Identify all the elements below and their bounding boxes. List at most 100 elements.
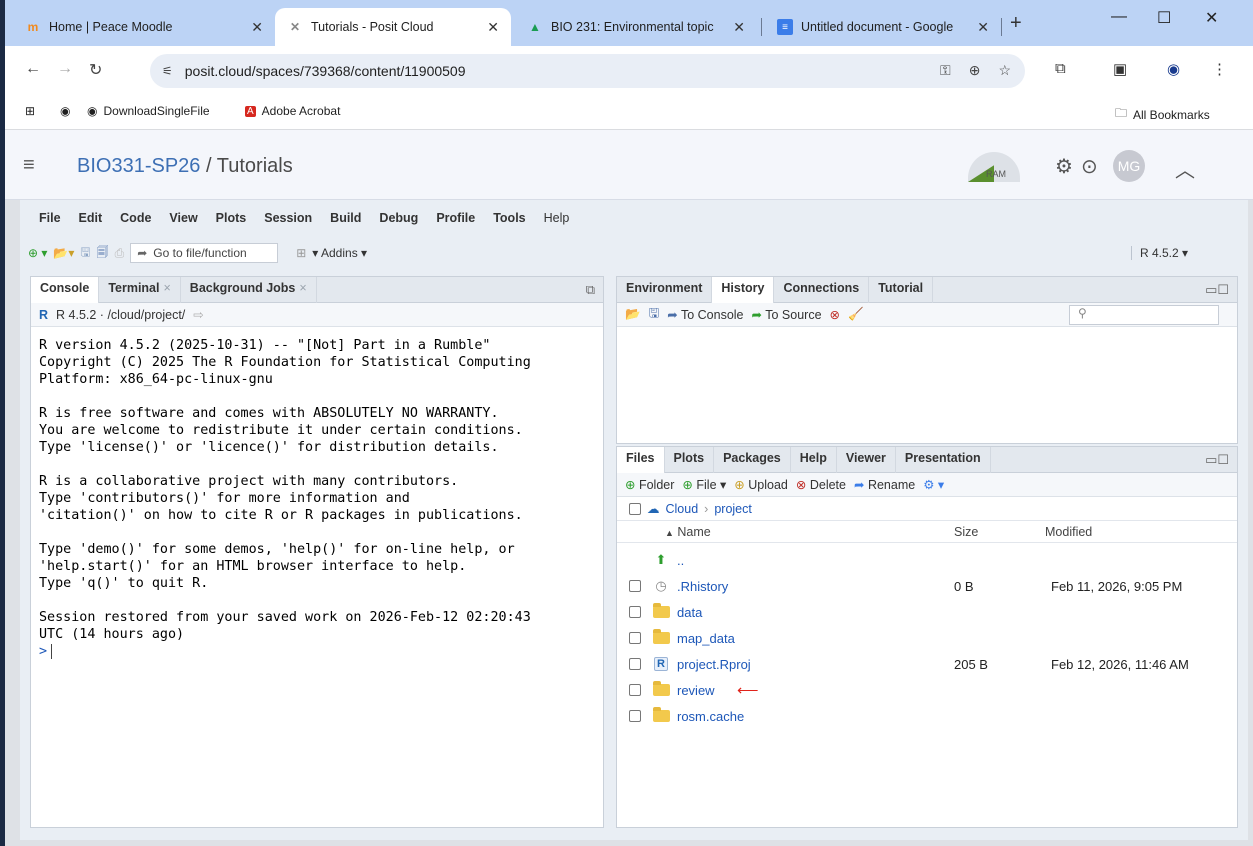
ram-gauge[interactable]: RAM (968, 152, 1020, 182)
maximize-button[interactable]: ☐ (1157, 8, 1171, 28)
minimize-maximize-icon[interactable]: ▭☐ (1205, 282, 1229, 298)
chevron-up-icon[interactable]: ︿ (1175, 154, 1195, 183)
new-tab-button[interactable]: + (1010, 12, 1022, 35)
table-row[interactable]: rosm.cache (617, 703, 1237, 729)
rename-button[interactable]: ➦ Rename (854, 477, 915, 492)
new-file-button[interactable]: ⊕ File ▾ (682, 477, 726, 492)
close-icon[interactable]: × (163, 281, 170, 295)
r-version-selector[interactable]: R 4.5.2 ▾ (1130, 246, 1188, 260)
menu-debug[interactable]: Debug (370, 208, 427, 230)
close-tab-icon[interactable]: ✕ (977, 19, 989, 36)
tab-background-jobs[interactable]: Background Jobs × (181, 277, 317, 303)
tab-plots[interactable]: Plots (665, 447, 715, 473)
table-row[interactable]: review ⟵ (617, 677, 1237, 703)
save-history-icon[interactable]: 🖫 (649, 304, 660, 325)
settings-gear-icon[interactable]: ⚙ (1055, 154, 1073, 179)
menu-profile[interactable]: Profile (427, 208, 484, 230)
open-file-icon[interactable]: 📂▾ (53, 246, 74, 260)
menu-help[interactable]: Help (535, 208, 579, 230)
minimize-button[interactable]: — (1111, 8, 1127, 26)
row-checkbox[interactable] (629, 710, 641, 722)
profile-icon[interactable]: ◉ (1167, 60, 1180, 78)
sort-name-column[interactable]: ▲ Name (665, 525, 711, 539)
space-link[interactable]: BIO331-SP26 (77, 155, 200, 177)
address-bar[interactable]: ⚟ posit.cloud/spaces/739368/content/1190… (150, 54, 1025, 88)
tab-google-drive[interactable]: ▲ BIO 231: Environmental topic ✕ (515, 8, 757, 46)
reload-icon[interactable]: ↻ (89, 60, 102, 80)
parent-directory-row[interactable]: ⬆ .. (617, 547, 1237, 573)
remove-entry-icon[interactable]: ⊗ (830, 307, 840, 322)
sort-size-column[interactable]: Size (954, 525, 978, 539)
close-icon[interactable]: × (299, 281, 306, 295)
forward-icon[interactable]: → (57, 60, 73, 78)
to-console-button[interactable]: ➦ To Console (667, 307, 743, 322)
all-bookmarks[interactable]: 🗀 All Bookmarks (1115, 104, 1210, 125)
table-row[interactable]: map_data (617, 625, 1237, 651)
clear-broom-icon[interactable]: 🧹 (848, 307, 864, 322)
table-row[interactable]: R project.Rproj 205 B Feb 12, 2026, 11:4… (617, 651, 1237, 677)
grid-layout-icon[interactable]: ⊞ (296, 246, 306, 260)
row-checkbox[interactable] (629, 684, 641, 696)
history-search-input[interactable]: ⚲ (1069, 305, 1219, 325)
menu-plots[interactable]: Plots (207, 208, 256, 230)
tab-moodle[interactable]: m Home | Peace Moodle ✕ (13, 8, 275, 46)
close-window-button[interactable]: ✕ (1205, 8, 1218, 28)
extensions-icon[interactable]: ⧉ (1055, 60, 1066, 77)
upload-button[interactable]: ⊕ Upload (734, 477, 788, 492)
menu-edit[interactable]: Edit (70, 208, 112, 230)
tab-history[interactable]: History (712, 277, 775, 304)
sort-modified-column[interactable]: Modified (1045, 525, 1092, 539)
to-source-button[interactable]: ➦ To Source (752, 307, 822, 322)
save-icon[interactable]: 🖫 (80, 243, 90, 264)
go-to-file-input[interactable]: ➦ Go to file/function (130, 243, 279, 263)
save-all-icon[interactable]: 🗐 (97, 243, 109, 264)
breadcrumb-project[interactable]: project (714, 502, 752, 516)
tab-posit[interactable]: ✕ Tutorials - Posit Cloud ✕ (275, 8, 511, 46)
tab-help[interactable]: Help (791, 447, 837, 473)
menu-file[interactable]: File (30, 208, 70, 230)
tab-terminal[interactable]: Terminal × (99, 277, 181, 303)
tab-files[interactable]: Files (617, 447, 665, 474)
maximize-pane-icon[interactable]: ⧉ (586, 282, 595, 298)
new-file-icon[interactable]: ⊕ ▾ (28, 246, 47, 260)
load-history-icon[interactable]: 📂 (625, 307, 641, 322)
reading-mode-icon[interactable]: ▣ (1113, 60, 1127, 78)
bookmark-globe-icon[interactable]: ◉ (60, 104, 70, 118)
menu-session[interactable]: Session (255, 208, 321, 230)
hamburger-menu-icon[interactable]: ≡ (23, 154, 35, 177)
tab-connections[interactable]: Connections (774, 277, 870, 303)
new-folder-button[interactable]: ⊕ Folder (625, 477, 674, 492)
bookmark-adobe-acrobat[interactable]: A Adobe Acrobat (245, 104, 340, 118)
table-row[interactable]: ◷ .Rhistory 0 B Feb 11, 2026, 9:05 PM (617, 573, 1237, 599)
row-checkbox[interactable] (629, 632, 641, 644)
delete-button[interactable]: ⊗ Delete (796, 477, 846, 492)
addins-menu[interactable]: ▾ Addins ▾ (312, 246, 367, 260)
minimize-maximize-icon[interactable]: ▭☐ (1205, 452, 1229, 468)
menu-code[interactable]: Code (111, 208, 160, 230)
go-to-directory-icon[interactable]: ⇨ (193, 307, 203, 322)
back-icon[interactable]: ← (25, 60, 41, 78)
close-tab-icon[interactable]: ✕ (733, 19, 745, 36)
breadcrumb-cloud[interactable]: Cloud (666, 502, 699, 516)
tab-packages[interactable]: Packages (714, 447, 791, 473)
close-tab-icon[interactable]: ✕ (487, 19, 499, 36)
tab-presentation[interactable]: Presentation (896, 447, 991, 473)
more-gear-icon[interactable]: ⚙ ▾ (923, 477, 944, 492)
site-info-icon[interactable]: ⚟ (162, 64, 173, 78)
avatar[interactable]: MG (1113, 150, 1145, 182)
bookmark-star-icon[interactable]: ☆ (998, 62, 1011, 79)
tab-tutorial[interactable]: Tutorial (869, 277, 934, 303)
row-checkbox[interactable] (629, 658, 641, 670)
menu-tools[interactable]: Tools (484, 208, 534, 230)
bookmark-downloadsinglefile[interactable]: ◉ DownloadSingleFile (87, 104, 210, 118)
key-icon[interactable]: ⚿ (940, 62, 951, 79)
menu-build[interactable]: Build (321, 208, 370, 230)
console-output[interactable]: R version 4.5.2 (2025-10-31) -- "[Not] P… (39, 337, 609, 660)
select-all-checkbox[interactable] (629, 502, 641, 515)
console-prompt[interactable]: > (39, 643, 609, 660)
row-checkbox[interactable] (629, 606, 641, 618)
apps-grid-icon[interactable]: ⊞ (25, 104, 35, 118)
tab-viewer[interactable]: Viewer (837, 447, 896, 473)
menu-dots-icon[interactable]: ⋮ (1212, 60, 1227, 78)
zoom-icon[interactable]: ⊕ (969, 62, 981, 79)
